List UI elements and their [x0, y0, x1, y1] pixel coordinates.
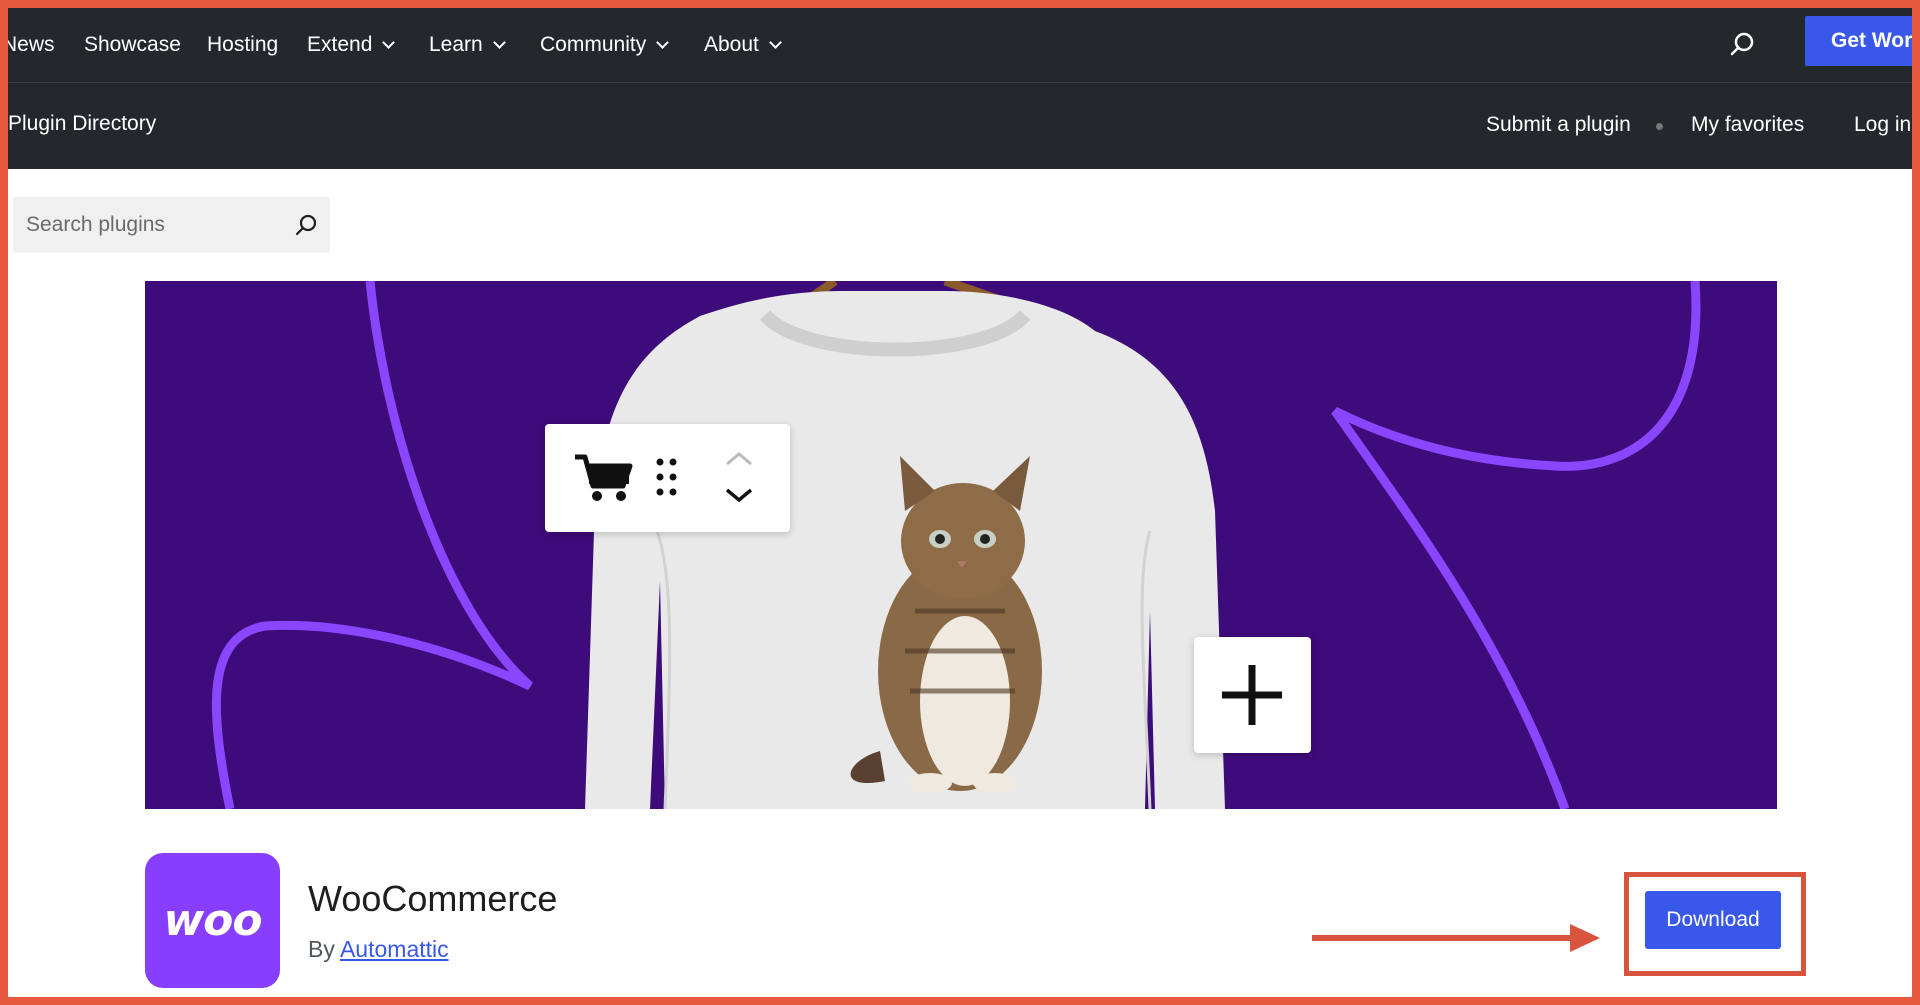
plugin-byline: By Automattic — [308, 936, 449, 963]
submit-plugin-link[interactable]: Submit a plugin — [1486, 113, 1631, 137]
logo-text: woo — [163, 895, 262, 946]
banner-artwork — [211, 281, 1701, 809]
by-prefix: By — [308, 936, 335, 962]
download-button[interactable]: Download — [1645, 891, 1781, 949]
search-icon[interactable] — [293, 212, 319, 238]
chevron-down-icon — [656, 35, 670, 49]
chevron-down-icon — [492, 35, 506, 49]
browser-page: News Showcase Hosting Extend Learn Commu… — [8, 8, 1912, 997]
author-link[interactable]: Automattic — [340, 936, 449, 962]
nav-news[interactable]: News — [8, 30, 55, 60]
chevron-down-icon — [769, 35, 782, 49]
annotation-arrow — [1312, 924, 1600, 952]
search-icon[interactable] — [1725, 28, 1759, 62]
plugin-logo: woo — [145, 853, 280, 988]
nav-learn[interactable]: Learn — [429, 30, 506, 60]
plugin-banner — [145, 281, 1777, 809]
plugin-search — [13, 197, 330, 253]
separator-dot — [1656, 123, 1663, 130]
chevron-down-icon[interactable] — [725, 488, 753, 503]
cart-icon[interactable] — [575, 454, 633, 501]
nav-hosting[interactable]: Hosting — [207, 30, 278, 60]
nav-about[interactable]: About — [704, 30, 782, 60]
chevron-up-icon[interactable] — [726, 452, 752, 466]
section-title[interactable]: Plugin Directory — [8, 112, 156, 136]
nav-community[interactable]: Community — [540, 30, 670, 60]
plugin-directory-header: Plugin Directory Submit a plugin My favo… — [8, 83, 1912, 169]
block-toolbar — [545, 424, 790, 532]
my-favorites-link[interactable]: My favorites — [1691, 113, 1804, 137]
get-wordpress-button[interactable]: Get WordPress — [1805, 16, 1912, 66]
chevron-down-icon — [382, 35, 396, 49]
drag-handle-icon[interactable] — [656, 458, 677, 496]
plugin-title: WooCommerce — [308, 878, 558, 919]
add-block-card — [1194, 637, 1311, 753]
global-header: News Showcase Hosting Extend Learn Commu… — [8, 8, 1912, 83]
plus-icon[interactable] — [1194, 637, 1311, 753]
nav-extend[interactable]: Extend — [307, 30, 396, 60]
nav-showcase[interactable]: Showcase — [84, 30, 181, 60]
log-in-link[interactable]: Log in — [1854, 113, 1911, 137]
search-input[interactable] — [13, 197, 273, 253]
